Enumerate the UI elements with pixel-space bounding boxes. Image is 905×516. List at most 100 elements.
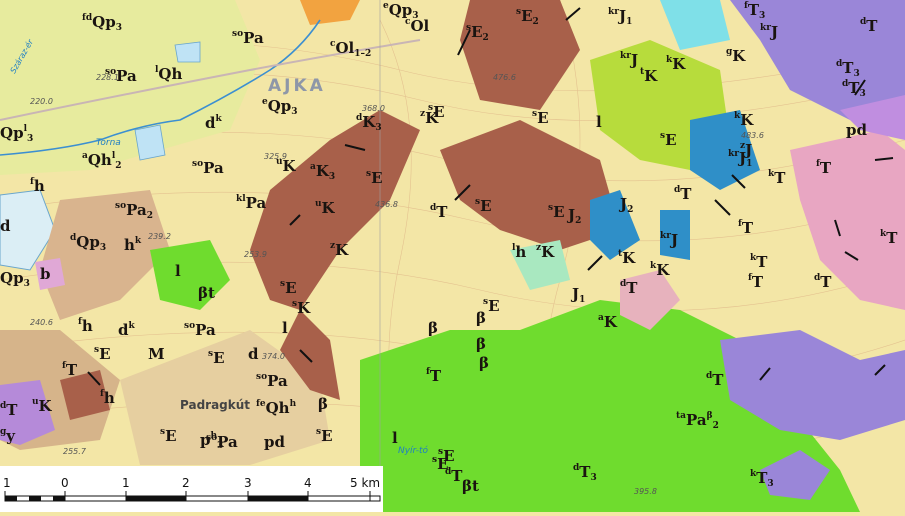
unit-label: lh — [512, 244, 526, 263]
unit-label: β — [428, 320, 438, 339]
unit-label: fT — [62, 362, 77, 381]
unit-label: aK — [598, 314, 617, 333]
unit-label-symbol: β — [476, 335, 486, 353]
unit-label-symbol: Qp — [92, 13, 116, 31]
unit-label-subscript: 3 — [375, 123, 382, 133]
unit-label-symbol: b — [40, 265, 51, 283]
unit-label-symbol: pd — [264, 433, 285, 451]
unit-label-subscript: 3 — [99, 243, 107, 253]
unit-label-superscript: l — [111, 151, 116, 161]
unit-label: sE2 — [466, 24, 489, 43]
unit-label-superscript: k — [134, 236, 142, 246]
scale-tick-label: 3 — [244, 476, 252, 490]
unit-label: pd — [264, 434, 285, 453]
unit-label-symbol: E — [213, 349, 225, 367]
unit-label: sE — [316, 428, 333, 447]
unit-label: dQp3 — [70, 234, 106, 253]
height-label: 253.9 — [244, 250, 267, 259]
unit-label-prefix: fd — [82, 13, 93, 23]
unit-label: zK — [536, 244, 554, 263]
unit-label: Qpl3 — [0, 125, 33, 144]
unit-label-symbol: Ol — [335, 39, 355, 57]
height-label: 374.0 — [262, 352, 285, 361]
unit-label-prefix: ta — [676, 411, 686, 421]
unit-label: sE — [548, 204, 565, 223]
unit-label: sE — [94, 346, 111, 365]
unit-label-symbol: M — [148, 345, 165, 363]
unit-label-symbol: Qp — [0, 124, 24, 142]
unit-label-symbol: T — [756, 469, 768, 487]
unit-label: fh — [30, 178, 45, 197]
unit-label-symbol: l — [282, 319, 288, 337]
unit-label-symbol: l — [175, 262, 181, 280]
unit-label: krJ — [760, 24, 778, 43]
unit-label-symbol: Qp — [267, 97, 292, 115]
unit-label: lQh — [155, 66, 182, 85]
unit-label: dT — [860, 18, 877, 37]
unit-label-symbol: T — [6, 401, 18, 419]
unit-label: fdQp3 — [82, 14, 122, 33]
unit-label-symbol: E — [371, 169, 383, 187]
unit-label-symbol: Qp — [0, 269, 24, 287]
unit-label: dT — [674, 186, 691, 205]
unit-label-prefix: kr — [608, 7, 619, 17]
water-label-nyirto: Nyír-tó — [398, 446, 429, 456]
height-label: 220.0 — [30, 97, 53, 106]
unit-label-symbol: d — [205, 114, 216, 132]
unit-label: βt — [198, 285, 215, 304]
unit-label: gy — [0, 428, 15, 447]
unit-label-symbol: Qp — [76, 233, 100, 251]
unit-label-prefix: kr — [760, 23, 771, 33]
unit-label: dT3 — [842, 80, 866, 99]
unit-label: sK — [292, 300, 310, 319]
unit-label-symbol: T — [429, 367, 442, 385]
unit-label: fT — [816, 160, 831, 179]
unit-label-symbol: E — [471, 23, 483, 41]
unit-label-symbol: J — [630, 51, 639, 69]
unit-label: sE — [475, 198, 492, 217]
unit-label: d — [0, 218, 11, 237]
unit-label-symbol: K — [297, 299, 311, 317]
unit-label-symbol: T — [848, 79, 860, 97]
unit-label: soPa — [256, 373, 288, 392]
unit-label-superscript: h — [210, 431, 218, 441]
unit-label: sE — [660, 132, 677, 151]
unit-lake-torna — [134, 124, 166, 161]
unit-label: dT — [706, 372, 723, 391]
unit-label: feQhh — [256, 400, 296, 419]
unit-label: kT — [750, 254, 767, 273]
unit-label-symbol: T — [680, 185, 692, 203]
unit-label-prefix: kr — [620, 51, 631, 61]
unit-label: soPa — [105, 68, 137, 87]
unit-label: dk — [118, 322, 135, 341]
unit-label-symbol: d — [118, 321, 129, 339]
unit-label: J1 — [572, 286, 585, 305]
unit-label: eQp3 — [262, 98, 298, 117]
unit-label: sE — [532, 110, 549, 129]
unit-label-symbol: K — [282, 157, 296, 175]
unit-label-symbol: Pa — [116, 67, 137, 85]
unit-label: kT3 — [750, 470, 774, 489]
unit-label-symbol: K — [425, 109, 439, 127]
unit-label-symbol: E — [521, 7, 533, 25]
unit-label: d — [248, 346, 259, 365]
unit-label-symbol: E — [665, 131, 677, 149]
unit-label: J2 — [568, 207, 581, 226]
unit-label-subscript: 2 — [575, 216, 582, 226]
unit-label-symbol: h — [515, 243, 527, 261]
unit-label-symbol: h — [33, 177, 45, 195]
unit-label: dT — [0, 402, 17, 421]
unit-label: b — [40, 266, 51, 285]
unit-label: fT — [738, 220, 753, 239]
unit-label-prefix: so — [232, 29, 244, 39]
unit-label-symbol: βt — [462, 477, 479, 495]
unit-label-symbol: Pa — [686, 411, 707, 429]
unit-label-symbol: E — [488, 297, 500, 315]
unit-label: sE — [438, 448, 455, 467]
unit-label-symbol: T — [712, 371, 724, 389]
unit-label-symbol: T — [886, 229, 898, 247]
height-label: 368.0 — [362, 104, 385, 113]
unit-label: tK — [618, 250, 635, 269]
unit-label-prefix: kr — [728, 149, 739, 159]
unit-label-symbol: T — [747, 1, 760, 19]
